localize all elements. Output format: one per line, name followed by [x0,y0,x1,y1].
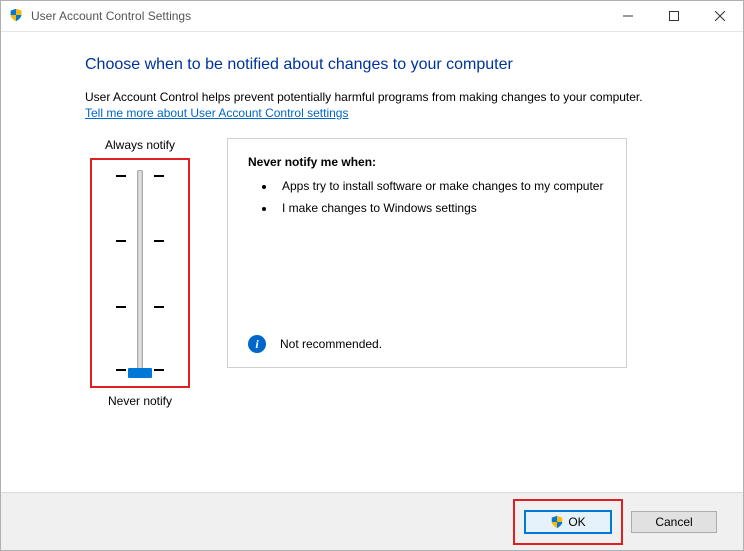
window-title: User Account Control Settings [31,9,605,23]
description-list: Apps try to install software or make cha… [248,179,606,215]
footer-bar: OK Cancel [1,492,743,550]
slider-highlight-box [90,158,190,388]
slider-thumb[interactable] [128,368,152,378]
titlebar: User Account Control Settings [1,1,743,32]
intro-text: User Account Control helps prevent poten… [85,90,703,104]
slider-bottom-label: Never notify [108,394,172,408]
uac-settings-window: User Account Control Settings Choose whe… [0,0,744,551]
main-area: Always notify Never notify Never notify … [85,138,703,408]
description-title: Never notify me when: [248,155,606,169]
cancel-button[interactable]: Cancel [631,511,717,533]
slider-top-label: Always notify [105,138,175,152]
description-panel: Never notify me when: Apps try to instal… [227,138,627,368]
shield-icon [9,8,25,24]
notification-slider[interactable] [137,170,143,376]
page-heading: Choose when to be notified about changes… [85,56,703,74]
content-area: Choose when to be notified about changes… [1,32,743,492]
description-item: I make changes to Windows settings [276,201,606,215]
info-icon: i [248,335,266,353]
maximize-button[interactable] [651,1,697,31]
description-item: Apps try to install software or make cha… [276,179,606,193]
learn-more-link[interactable]: Tell me more about User Account Control … [85,106,348,120]
shield-icon [550,515,564,529]
recommendation-text: Not recommended. [280,337,382,351]
ok-highlight-box: OK [513,499,623,545]
close-button[interactable] [697,1,743,31]
ok-button[interactable]: OK [525,511,611,533]
cancel-button-label: Cancel [655,515,692,529]
minimize-button[interactable] [605,1,651,31]
ok-button-label: OK [568,515,585,529]
recommendation-row: i Not recommended. [248,335,382,353]
window-controls [605,1,743,31]
slider-column: Always notify Never notify [85,138,195,408]
